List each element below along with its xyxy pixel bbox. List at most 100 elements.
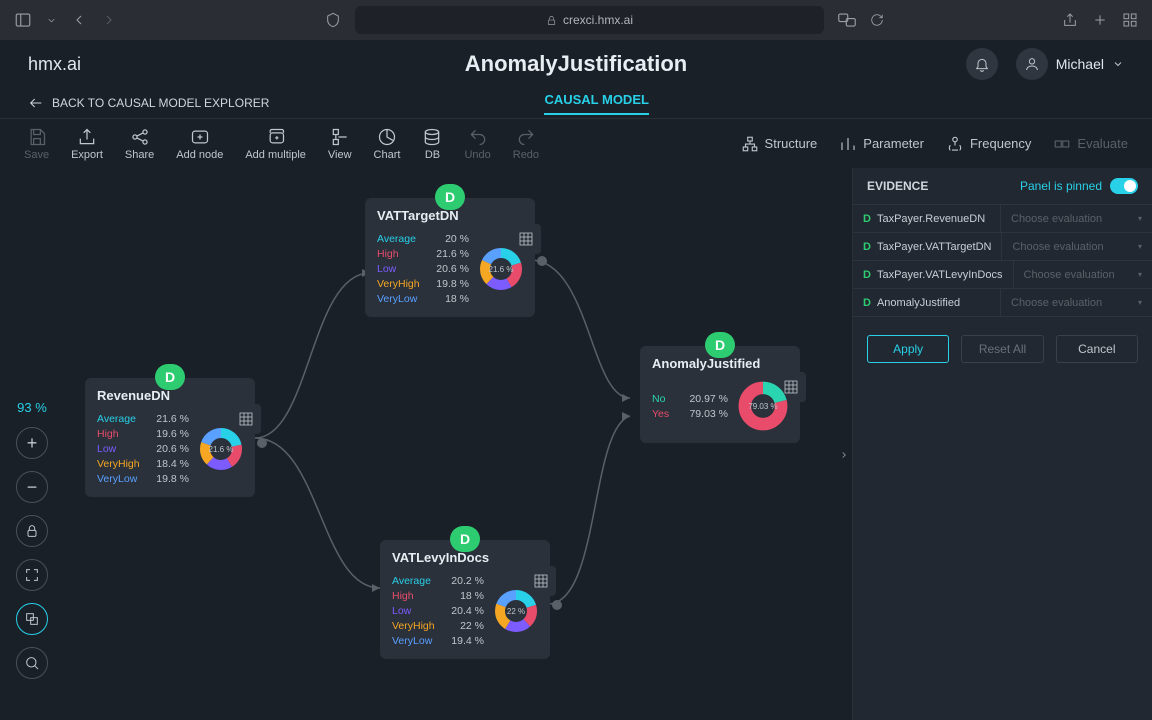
- stat-row: Low20.6 %: [377, 263, 469, 275]
- stat-row: VeryHigh22 %: [392, 620, 484, 632]
- donut-chart: 21.6 %: [199, 427, 243, 471]
- user-name: Michael: [1056, 56, 1104, 72]
- user-menu[interactable]: Michael: [1016, 48, 1124, 80]
- stat-row: Average20 %: [377, 233, 469, 245]
- evidence-panel: EVIDENCE Panel is pinned DTaxPayer.Reven…: [852, 168, 1152, 720]
- apply-button[interactable]: Apply: [867, 335, 949, 363]
- add-multiple-button[interactable]: Add multiple: [245, 127, 306, 161]
- brand: hmx.ai: [28, 54, 188, 75]
- lock-button[interactable]: [16, 515, 48, 547]
- output-port[interactable]: [537, 256, 547, 266]
- node-title: RevenueDN: [97, 388, 243, 403]
- output-port[interactable]: [552, 600, 562, 610]
- chevron-down-icon: [1112, 58, 1124, 70]
- choose-evaluation[interactable]: Choose evaluation▾: [1002, 241, 1152, 253]
- translate-icon[interactable]: [838, 13, 856, 27]
- db-button[interactable]: DB: [422, 127, 442, 161]
- bell-icon: [974, 56, 990, 72]
- node-anomaly[interactable]: D AnomalyJustified No20.97 %Yes79.03 % 7…: [640, 346, 800, 443]
- app-header: hmx.ai AnomalyJustification Michael: [0, 40, 1152, 88]
- stat-row: VeryHigh18.4 %: [97, 458, 189, 470]
- notifications-button[interactable]: [966, 48, 998, 80]
- undo-button[interactable]: Undo: [464, 127, 490, 161]
- chevron-down-icon[interactable]: [46, 15, 57, 26]
- stat-row: High19.6 %: [97, 428, 189, 440]
- donut-chart: 21.6 %: [479, 247, 523, 291]
- view-button[interactable]: View: [328, 127, 352, 161]
- url-bar[interactable]: crexci.hmx.ai: [355, 6, 824, 34]
- nav-back-icon[interactable]: [71, 12, 87, 28]
- node-vattarget[interactable]: D VATTargetDN Average20 %High21.6 %Low20…: [365, 198, 535, 317]
- sidebar-toggle-icon[interactable]: [14, 11, 32, 29]
- node-title: AnomalyJustified: [652, 356, 788, 371]
- node-badge: D: [155, 364, 185, 390]
- evaluate-button[interactable]: Evaluate: [1053, 135, 1128, 153]
- shield-icon[interactable]: [325, 12, 341, 28]
- node-vatlevy[interactable]: D VATLevyInDocs Average20.2 %High18 %Low…: [380, 540, 550, 659]
- causal-canvas[interactable]: 93 % + − D RevenueDN Average21.6 %High19…: [0, 168, 852, 720]
- save-button[interactable]: Save: [24, 127, 49, 161]
- donut-chart: 79.03 %: [738, 381, 788, 431]
- add-node-button[interactable]: Add node: [176, 127, 223, 161]
- url-text: crexci.hmx.ai: [563, 13, 633, 27]
- choose-evaluation[interactable]: Choose evaluation▾: [1001, 213, 1152, 225]
- toggle-icon: [1110, 178, 1138, 194]
- stat-row: High21.6 %: [377, 248, 469, 260]
- structure-button[interactable]: Structure: [741, 135, 818, 153]
- avatar: [1016, 48, 1048, 80]
- search-button[interactable]: [16, 647, 48, 679]
- zoom-percent: 93 %: [17, 400, 47, 415]
- chart-button[interactable]: Chart: [374, 127, 401, 161]
- stat-row: No20.97 %: [652, 393, 728, 405]
- tab-causal-model[interactable]: CAUSAL MODEL: [544, 92, 648, 115]
- stat-row: VeryLow18 %: [377, 293, 469, 305]
- zoom-controls: 93 % + −: [16, 400, 48, 679]
- evidence-row[interactable]: DAnomalyJustifiedChoose evaluation▾: [853, 288, 1152, 316]
- choose-evaluation[interactable]: Choose evaluation▾: [1014, 269, 1152, 281]
- user-icon: [1024, 56, 1040, 72]
- node-badge: D: [435, 184, 465, 210]
- redo-button[interactable]: Redo: [513, 127, 539, 161]
- tabs-icon[interactable]: [1122, 12, 1138, 28]
- node-revenue[interactable]: D RevenueDN Average21.6 %High19.6 %Low20…: [85, 378, 255, 497]
- stat-row: High18 %: [392, 590, 484, 602]
- evidence-row[interactable]: DTaxPayer.VATTargetDNChoose evaluation▾: [853, 232, 1152, 260]
- toolbar: Save Export Share Add node Add multiple …: [0, 118, 1152, 168]
- share-icon[interactable]: [1062, 12, 1078, 28]
- pin-toggle[interactable]: Panel is pinned: [1020, 178, 1138, 194]
- evidence-row[interactable]: DTaxPayer.RevenueDNChoose evaluation▾: [853, 204, 1152, 232]
- parameter-button[interactable]: Parameter: [839, 135, 924, 153]
- back-link[interactable]: BACK TO CAUSAL MODEL EXPLORER: [28, 95, 269, 111]
- node-badge: D: [705, 332, 735, 358]
- stat-row: Yes79.03 %: [652, 408, 728, 420]
- evidence-row[interactable]: DTaxPayer.VATLevyInDocsChoose evaluation…: [853, 260, 1152, 288]
- node-title: VATTargetDN: [377, 208, 523, 223]
- output-port[interactable]: [257, 438, 267, 448]
- stat-row: Low20.6 %: [97, 443, 189, 455]
- cancel-button[interactable]: Cancel: [1056, 335, 1138, 363]
- node-title: VATLevyInDocs: [392, 550, 538, 565]
- plus-icon[interactable]: [1092, 12, 1108, 28]
- browser-bar: crexci.hmx.ai: [0, 0, 1152, 40]
- layers-button[interactable]: [16, 603, 48, 635]
- lock-icon: [546, 15, 557, 26]
- stat-row: Low20.4 %: [392, 605, 484, 617]
- node-badge: D: [450, 526, 480, 552]
- panel-title: EVIDENCE: [867, 179, 928, 193]
- stat-row: Average20.2 %: [392, 575, 484, 587]
- panel-collapse[interactable]: [839, 440, 853, 470]
- export-button[interactable]: Export: [71, 127, 103, 161]
- choose-evaluation[interactable]: Choose evaluation▾: [1001, 297, 1152, 309]
- zoom-out-button[interactable]: −: [16, 471, 48, 503]
- stat-row: VeryLow19.8 %: [97, 473, 189, 485]
- nav-forward-icon[interactable]: [101, 12, 117, 28]
- subheader: BACK TO CAUSAL MODEL EXPLORER CAUSAL MOD…: [0, 88, 1152, 118]
- page-title: AnomalyJustification: [208, 51, 944, 77]
- reload-icon[interactable]: [870, 13, 884, 27]
- frequency-button[interactable]: Frequency: [946, 135, 1031, 153]
- arrow-left-icon: [28, 95, 44, 111]
- fullscreen-button[interactable]: [16, 559, 48, 591]
- reset-button[interactable]: Reset All: [961, 335, 1043, 363]
- share-button[interactable]: Share: [125, 127, 154, 161]
- zoom-in-button[interactable]: +: [16, 427, 48, 459]
